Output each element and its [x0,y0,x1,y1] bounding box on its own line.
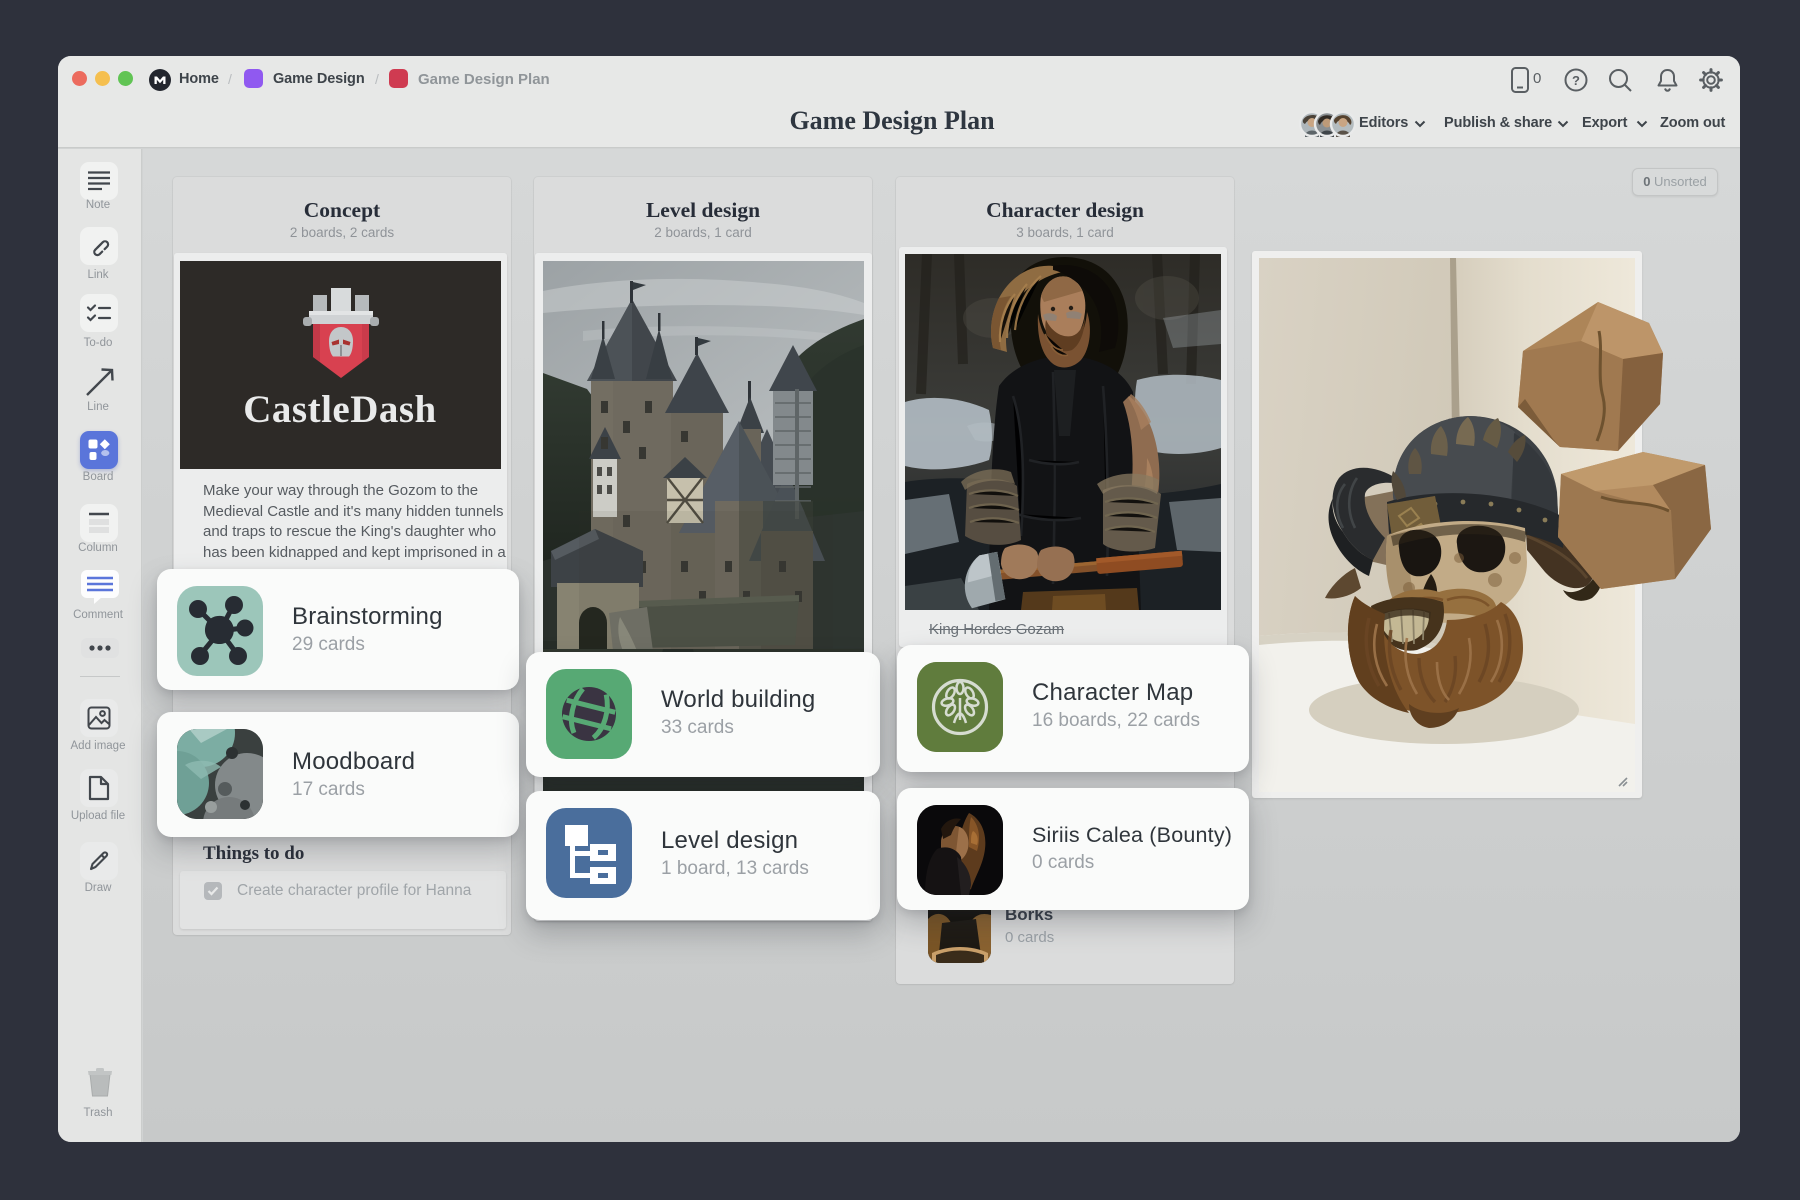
svg-text:CastleDash: CastleDash [243,388,437,431]
svg-text:?: ? [1572,73,1580,88]
